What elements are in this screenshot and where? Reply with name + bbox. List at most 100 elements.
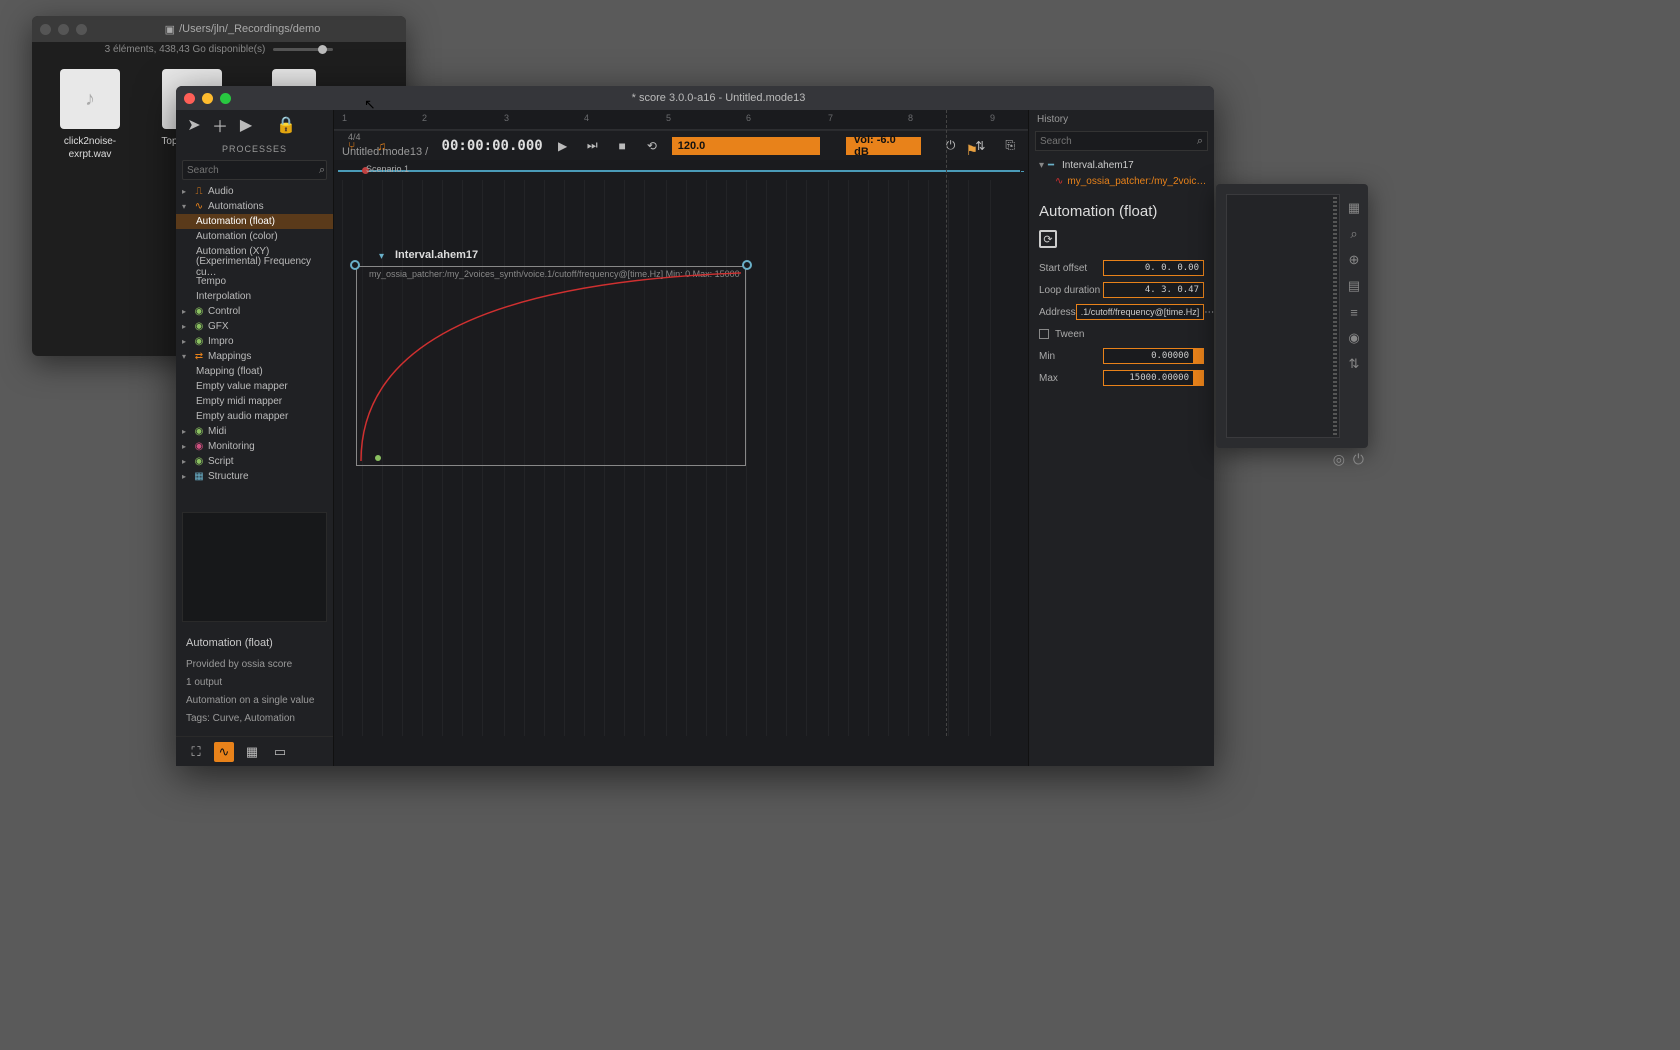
side-tool-canvas[interactable] [1226,194,1340,438]
min-field[interactable]: 0.00000 [1103,348,1194,364]
timecode[interactable]: 00:00:00.000 [442,138,543,154]
power-icon[interactable]: ⏻ [1353,451,1364,468]
panel-view-icon[interactable]: ▭ [270,742,290,762]
camera-icon[interactable]: ◉ [1346,330,1362,346]
tempo-field[interactable]: 120.0 [672,137,820,155]
loop-duration-field[interactable]: 4. 3. 0.47 [1103,282,1204,298]
score-titlebar[interactable]: * score 3.0.0-a16 - Untitled.mode13 [176,86,1214,110]
search-input[interactable] [187,165,319,176]
start-offset-field[interactable]: 0. 0. 0.00 [1103,260,1204,276]
properties-panel: Automation (float) ⟳ Start offset 0. 0. … [1029,193,1214,400]
history-search[interactable]: ⌕ [1035,131,1208,151]
console-icon[interactable]: ⎘ [1000,136,1020,156]
right-panel: History ⌕ ▾━Interval.ahem17 ∿my_ossia_pa… [1028,110,1214,766]
history-item-child[interactable]: ∿my_ossia_patcher:/my_2voic… [1033,173,1210,189]
search-icon[interactable]: ⌕ [1346,226,1362,242]
traffic-lights[interactable] [40,24,87,35]
process-search[interactable]: ⌕ [182,160,327,180]
tree-item-interpolation[interactable]: Interpolation [176,289,333,304]
chevron-down-icon[interactable]: ▾ [379,251,384,262]
ruler-tick: 7 [828,113,833,123]
ruler-tick: 5 [666,113,671,123]
fullscreen-icon[interactable]: ⛶ [186,742,206,762]
add-tool-icon[interactable]: ＋ [212,117,228,133]
breadcrumb[interactable]: Untitled.mode13 / [342,146,428,158]
rewind-button-icon[interactable]: ⟲ [642,136,662,156]
side-tool-window[interactable]: ▦ ⌕ ⊕ ▤ ≡ ◉ ⇅ ◎ ⏻ [1216,184,1368,448]
interval-box[interactable]: ▾ Interval.ahem17 my_ossia_patcher:/my_2… [356,266,746,466]
time-ruler[interactable]: 1 2 3 4 5 6 7 8 9 [334,110,1028,130]
timeline-area[interactable]: 1 2 3 4 5 6 7 8 9 4/4 Untitled.mode13 / … [334,110,1028,766]
curve-point-icon[interactable] [375,455,381,461]
scenario-bar[interactable]: Scenario.1 [338,162,1020,180]
info-outputs: 1 output [186,674,323,692]
time-signature[interactable]: 4/4 [348,132,361,142]
history-item[interactable]: ▾━Interval.ahem17 [1033,157,1210,173]
stop-button-icon[interactable]: ■ [612,136,632,156]
spinner-icon[interactable] [1194,348,1204,364]
tree-item-empty-audio[interactable]: Empty audio mapper [176,409,333,424]
loop-icon[interactable]: ⟳ [1039,230,1057,248]
play-button-icon[interactable]: ▶ [553,136,573,156]
tree-item-automation-color[interactable]: Automation (color) [176,229,333,244]
tree-item-midi[interactable]: ▸◉Midi [176,424,333,439]
spinner-icon[interactable] [1194,370,1204,386]
search-input[interactable] [1040,136,1197,147]
tree-item-impro[interactable]: ▸◉Impro [176,334,333,349]
max-field[interactable]: 15000.00000 [1103,370,1194,386]
tree-item-mapping-float[interactable]: Mapping (float) [176,364,333,379]
nodal-view-icon[interactable]: ▦ [242,742,262,762]
tree-item-audio[interactable]: ▸⎍Audio [176,184,333,199]
select-tool-icon[interactable]: ➤ [186,117,202,133]
tree-item-structure[interactable]: ▸▦Structure [176,469,333,484]
process-tree[interactable]: ▸⎍Audio ▾∿Automations Automation (float)… [176,182,333,508]
volume-field[interactable]: vol: -6.0 dB [846,137,921,155]
lock-icon[interactable]: 🔒 [278,117,294,133]
prop-address: Address .1/cutoff/frequency@[time.Hz] ⋯ [1039,302,1204,322]
grid-icon[interactable]: ▦ [1346,200,1362,216]
side-tool-icons: ▦ ⌕ ⊕ ▤ ≡ ◉ ⇅ [1340,184,1368,448]
address-field[interactable]: .1/cutoff/frequency@[time.Hz] [1076,304,1205,320]
tree-item-monitoring[interactable]: ▸◉Monitoring [176,439,333,454]
info-desc: Automation on a single value [186,692,323,710]
tree-item-script[interactable]: ▸◉Script [176,454,333,469]
tree-item-empty-midi[interactable]: Empty midi mapper [176,394,333,409]
power-icon[interactable]: ⏻ [941,136,961,156]
history-header: History [1029,110,1214,129]
ruler-tick: 9 [990,113,995,123]
traffic-lights[interactable] [184,93,231,104]
timeline-canvas[interactable]: ▾ Interval.ahem17 my_ossia_patcher:/my_2… [334,180,1028,736]
transport-bar: ⑂ ♫ 00:00:00.000 ▶ ⏭ ■ ⟲ 120.0 vol: -6.0… [334,130,1028,160]
address-picker-icon[interactable]: ⋯ [1204,307,1214,318]
process-info: Automation (float) Provided by ossia sco… [176,626,333,736]
interval-title[interactable]: Interval.ahem17 [395,249,478,261]
tree-item-mappings[interactable]: ▾⇄Mappings [176,349,333,364]
sliders-icon[interactable]: ⇅ [1346,356,1362,372]
tree-item-gfx[interactable]: ▸◉GFX [176,319,333,334]
history-tree[interactable]: ▾━Interval.ahem17 ∿my_ossia_patcher:/my_… [1029,153,1214,193]
layers-icon[interactable]: ▤ [1346,278,1362,294]
tool-toolbar: ➤ ＋ ▶ 🔒 [176,110,333,140]
tween-checkbox[interactable] [1039,329,1049,339]
zoom-slider[interactable] [273,48,333,51]
tree-item-automation-float[interactable]: Automation (float) [176,214,333,229]
finder-titlebar[interactable]: ▣ /Users/jln/_Recordings/demo [32,16,406,42]
processes-header: PROCESSES [176,140,333,158]
play-all-button-icon[interactable]: ⏭ [582,136,602,156]
list-icon[interactable]: ≡ [1346,304,1362,320]
score-window: * score 3.0.0-a16 - Untitled.mode13 ➤ ＋ … [176,86,1214,766]
play-marker-icon[interactable]: ⚑ [965,142,978,159]
prop-start-offset: Start offset 0. 0. 0.00 [1039,258,1204,278]
prop-tween[interactable]: Tween [1039,324,1204,344]
play-tool-icon[interactable]: ▶ [238,117,254,133]
window-title: * score 3.0.0-a16 - Untitled.mode13 [231,92,1206,104]
tree-item-empty-value[interactable]: Empty value mapper [176,379,333,394]
share-icon[interactable]: ⊕ [1346,252,1362,268]
automation-curve[interactable] [357,267,745,465]
tree-item-automations[interactable]: ▾∿Automations [176,199,333,214]
target-icon[interactable]: ◎ [1333,451,1345,468]
tree-item-freq-curve[interactable]: (Experimental) Frequency cu… [176,259,333,274]
curve-view-icon[interactable]: ∿ [214,742,234,762]
tree-item-control[interactable]: ▸◉Control [176,304,333,319]
file-item[interactable]: ♪ click2noise-exrpt.wav [50,69,130,161]
